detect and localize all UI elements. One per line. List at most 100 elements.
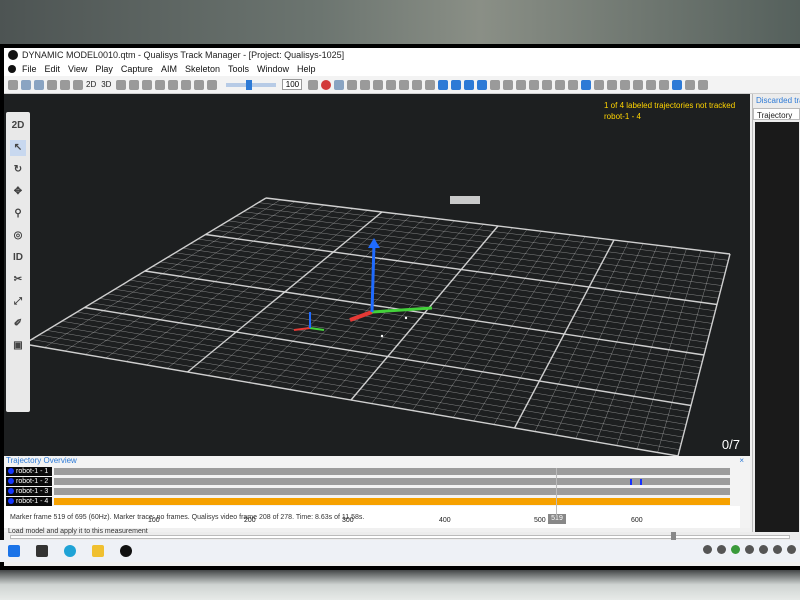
last-frame-icon[interactable] (207, 79, 218, 90)
close-icon[interactable]: × (739, 456, 744, 466)
trajectory-bar-selected[interactable] (54, 498, 730, 505)
time-slider-track[interactable] (10, 532, 790, 542)
link-icon[interactable] (425, 79, 436, 90)
fullscreen-icon[interactable] (698, 79, 709, 90)
step-back-icon[interactable] (142, 79, 153, 90)
loop-icon[interactable] (308, 79, 319, 90)
view-2d-tool[interactable]: 2D (10, 118, 26, 134)
aim-icon[interactable] (529, 79, 540, 90)
identify-tool[interactable]: ID (10, 250, 26, 266)
undo-icon[interactable] (60, 79, 70, 90)
label-list-icon[interactable] (607, 79, 618, 90)
step-forward-icon[interactable] (194, 79, 205, 90)
trajectory-row[interactable]: robot-1 - 4 (4, 497, 740, 506)
calibrate-icon[interactable] (347, 79, 358, 90)
highlight-tool-icon[interactable] (581, 79, 592, 90)
menu-window[interactable]: Window (257, 64, 289, 74)
trajectory-row[interactable]: robot-1 - 2 (4, 477, 740, 486)
measure-icon[interactable] (399, 79, 410, 90)
play-forward-icon[interactable] (181, 79, 192, 90)
playback-speed-slider[interactable] (226, 79, 277, 90)
trace-tool-icon[interactable] (451, 79, 462, 90)
split-icon[interactable] (568, 79, 579, 90)
menu-view[interactable]: View (68, 64, 87, 74)
playback-speed-knob[interactable] (246, 79, 253, 90)
origin-x-axis (293, 327, 311, 331)
discarded-trajectories-tab[interactable]: Discarded tra (753, 94, 800, 108)
menu-help[interactable]: Help (297, 64, 316, 74)
network-icon[interactable] (773, 545, 782, 554)
bone-tool-icon[interactable] (464, 79, 475, 90)
data-info-icon[interactable] (620, 79, 631, 90)
menu-aim[interactable]: AIM (161, 64, 177, 74)
trajectory-info-icon[interactable] (594, 79, 605, 90)
export-icon[interactable] (386, 79, 397, 90)
select-tool-icon[interactable] (438, 79, 449, 90)
trajectory-column-header[interactable]: Trajectory (753, 108, 800, 120)
settings-icon[interactable] (47, 79, 57, 90)
tray-app-icon[interactable] (703, 545, 712, 554)
right-side-panel: Discarded tra Trajectory (752, 94, 800, 544)
bone-link-tool-icon[interactable]: ⤢ (10, 294, 26, 310)
app-menu-icon[interactable] (8, 65, 16, 73)
tray-app-icon[interactable] (731, 545, 740, 554)
play-backward-icon[interactable] (155, 79, 166, 90)
redo-icon[interactable] (73, 79, 83, 90)
tray-app-icon[interactable] (745, 545, 754, 554)
stop-icon[interactable] (168, 79, 179, 90)
translate-tool-icon[interactable]: ✥ (10, 184, 26, 200)
menu-skeleton[interactable]: Skeleton (185, 64, 220, 74)
rigid-body-icon[interactable] (477, 79, 488, 90)
task-view-icon[interactable] (36, 545, 48, 557)
cut-tool-icon[interactable]: ✂ (10, 272, 26, 288)
view-video-icon[interactable] (116, 79, 127, 90)
gap-fill-icon[interactable] (542, 79, 553, 90)
menu-file[interactable]: File (22, 64, 37, 74)
center-tool-icon[interactable]: ◎ (10, 228, 26, 244)
open-file-icon[interactable] (21, 79, 31, 90)
layout-icon[interactable] (646, 79, 657, 90)
paint-tool-icon[interactable]: ✐ (10, 316, 26, 332)
menu-edit[interactable]: Edit (45, 64, 61, 74)
identify-icon[interactable] (360, 79, 371, 90)
file-explorer-icon[interactable] (92, 545, 104, 557)
trajectory-row[interactable]: robot-1 - 3 (4, 487, 740, 496)
windows-start-icon[interactable] (8, 545, 20, 557)
save-icon[interactable] (34, 79, 44, 90)
menu-capture[interactable]: Capture (121, 64, 153, 74)
force-plate-icon[interactable] (490, 79, 501, 90)
menu-play[interactable]: Play (95, 64, 113, 74)
messages-icon[interactable] (633, 79, 644, 90)
trajectory-bar[interactable] (54, 468, 730, 475)
qtm-taskbar-icon[interactable] (120, 545, 132, 557)
first-frame-icon[interactable] (129, 79, 140, 90)
view-3d-button[interactable]: 3D (101, 80, 111, 89)
tray-app-icon[interactable] (759, 545, 768, 554)
playback-speed-input[interactable]: 100 (282, 79, 303, 90)
cube-tool-icon[interactable]: ▣ (10, 338, 26, 354)
trajectory-bar[interactable] (54, 478, 730, 485)
trajectory-bar[interactable] (54, 488, 730, 495)
cursor-tool-icon[interactable]: ↖ (10, 140, 26, 156)
3d-view[interactable]: 2D ↖ ↻ ✥ ⚲ ◎ ID ✂ ⤢ ✐ ▣ 1 of 4 labeled t… (4, 94, 750, 456)
reprocess-icon[interactable] (373, 79, 384, 90)
skeleton-icon[interactable] (516, 79, 527, 90)
menu-tools[interactable]: Tools (228, 64, 249, 74)
swap-icon[interactable] (555, 79, 566, 90)
new-file-icon[interactable] (8, 79, 18, 90)
capture-icon[interactable] (334, 79, 345, 90)
panel-toggle-icon[interactable] (685, 79, 696, 90)
current-frame-indicator[interactable]: 519 (548, 514, 566, 524)
tray-app-icon[interactable] (717, 545, 726, 554)
analog-icon[interactable] (503, 79, 514, 90)
rotate-tool-icon[interactable]: ↻ (10, 162, 26, 178)
view-2d-button[interactable]: 2D (86, 80, 96, 89)
record-icon[interactable] (321, 79, 332, 90)
edge-browser-icon[interactable] (64, 545, 76, 557)
zoom-tool-icon[interactable]: ⚲ (10, 206, 26, 222)
marker-icon[interactable] (412, 79, 423, 90)
window-active-icon[interactable] (672, 79, 683, 90)
volume-icon[interactable] (787, 545, 796, 554)
trajectory-row[interactable]: robot-1 - 1 (4, 467, 740, 476)
window-tile-icon[interactable] (659, 79, 670, 90)
